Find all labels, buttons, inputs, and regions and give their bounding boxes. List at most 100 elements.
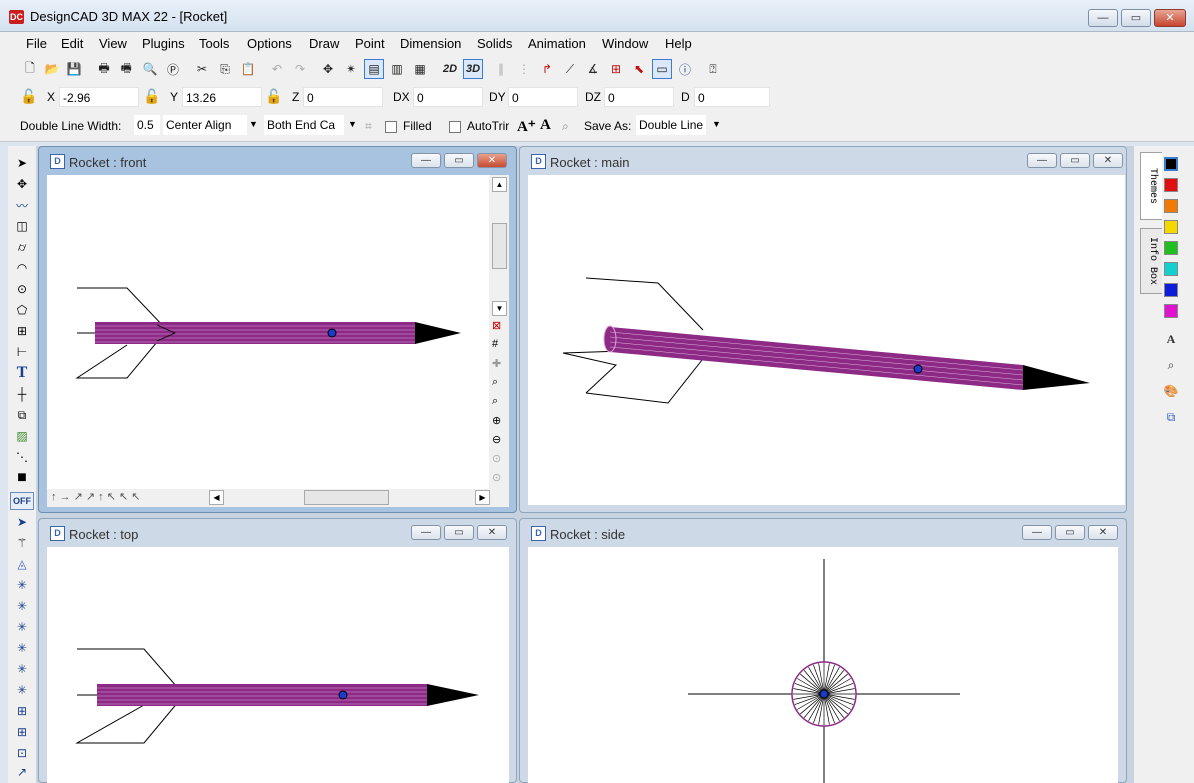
cross-hatch-icon[interactable]: ⌗ xyxy=(365,119,372,134)
side-restore-button[interactable]: ▭ xyxy=(1055,525,1085,540)
status-bar-toggle-icon[interactable]: ▭ xyxy=(652,59,672,79)
menu-file[interactable]: File xyxy=(26,36,47,51)
snap-i-icon[interactable]: ✳ xyxy=(11,618,33,636)
menu-view[interactable]: View xyxy=(99,36,127,51)
x-value-field[interactable]: -2.96 xyxy=(59,87,139,107)
info-icon[interactable]: ⓘ xyxy=(675,59,695,79)
open-folder-icon[interactable]: 📂 xyxy=(42,59,62,79)
new-file-icon[interactable]: 🗋 xyxy=(20,59,40,79)
side-close-button[interactable]: ✕ xyxy=(1088,525,1118,540)
print-icon[interactable]: 🖶 xyxy=(94,59,114,79)
z-lock-icon[interactable]: 🔓 xyxy=(265,88,282,105)
color-swatch-orange[interactable] xyxy=(1164,199,1178,213)
align-select[interactable]: Center Align xyxy=(163,115,247,135)
axis-icon[interactable]: ↱ xyxy=(537,59,557,79)
menu-point[interactable]: Point xyxy=(355,36,385,51)
save-style-icon[interactable]: ⌕ xyxy=(562,119,569,134)
layers-icon[interactable]: ⧉ xyxy=(1162,408,1180,426)
hatch-icon[interactable]: ▨ xyxy=(11,427,33,445)
front-zoom-window-icon[interactable]: ⌕ xyxy=(492,376,498,389)
pan-icon[interactable]: ✥ xyxy=(318,59,338,79)
z-value-field[interactable]: 0 xyxy=(303,87,383,107)
measure-icon[interactable]: ⟋ xyxy=(560,59,580,79)
menu-edit[interactable]: Edit xyxy=(61,36,83,51)
group-icon[interactable]: ⧉ xyxy=(11,406,33,424)
x-lock-icon[interactable]: 🔓 xyxy=(20,88,37,105)
front-zoom-next-icon[interactable]: ⊙ xyxy=(492,471,501,484)
snap-g-icon[interactable]: ✳ xyxy=(11,576,33,594)
polyline-icon[interactable]: 〰 xyxy=(11,196,33,214)
font-style-icon[interactable]: A xyxy=(540,117,551,134)
top-restore-button[interactable]: ▭ xyxy=(444,525,474,540)
main-close-button[interactable]: ✕ xyxy=(1093,153,1123,168)
save-as-dropdown-icon[interactable]: ▼ xyxy=(712,119,721,129)
side-minimize-button[interactable]: — xyxy=(1022,525,1052,540)
move-icon[interactable]: ✥ xyxy=(11,175,33,193)
viewport-side-canvas[interactable] xyxy=(528,547,1118,783)
themes-tab[interactable]: Themes xyxy=(1140,152,1162,220)
color-swatch-cyan[interactable] xyxy=(1164,262,1178,276)
y-value-field[interactable]: 13.26 xyxy=(182,87,262,107)
array-icon[interactable]: ⊞ xyxy=(11,322,33,340)
color-swatch-yellow[interactable] xyxy=(1164,220,1178,234)
snap-i2-icon[interactable]: ✳ xyxy=(11,639,33,657)
y-lock-icon[interactable]: 🔓 xyxy=(143,88,160,105)
snap-grid2-icon[interactable]: ⊞ xyxy=(11,723,33,741)
front-close-button[interactable]: ✕ xyxy=(477,153,507,168)
menu-draw[interactable]: Draw xyxy=(309,36,339,51)
cylinder-icon[interactable]: ⌭ xyxy=(11,238,33,256)
front-scroll-up-button[interactable]: ▲ xyxy=(492,177,507,192)
menu-animation[interactable]: Animation xyxy=(528,36,586,51)
render-icon[interactable]: ◬ xyxy=(11,555,33,573)
snap-m-icon[interactable]: ✳ xyxy=(11,660,33,678)
line-width-field[interactable]: 0.5 xyxy=(134,115,160,135)
line-style-icon[interactable]: ⋱ xyxy=(11,448,33,466)
crosshair-icon[interactable]: ┼ xyxy=(11,385,33,403)
front-scroll-down-button[interactable]: ▼ xyxy=(492,301,507,316)
menu-plugins[interactable]: Plugins xyxy=(142,36,185,51)
color-swatch-red[interactable] xyxy=(1164,178,1178,192)
print-setup-icon[interactable]: 🖷 xyxy=(116,59,136,79)
color-swatch-magenta[interactable] xyxy=(1164,304,1178,318)
snap-co-icon[interactable]: ⊡ xyxy=(11,744,33,762)
front-ortho-up-icon[interactable]: ↑ → ↗ ↗ ↑ ↖ ↖ ↖ xyxy=(51,490,140,503)
dimension-icon[interactable]: ⊢ xyxy=(11,343,33,361)
text-tool-icon[interactable]: T xyxy=(11,364,33,382)
cut-icon[interactable]: ✂ xyxy=(192,59,212,79)
top-minimize-button[interactable]: — xyxy=(411,525,441,540)
info-box-tab[interactable]: Info Box xyxy=(1140,228,1162,294)
viewport-top-canvas[interactable] xyxy=(47,547,509,783)
front-zoom-out-icon[interactable]: ⊖ xyxy=(492,433,501,446)
snap-m2-icon[interactable]: ✳ xyxy=(11,681,33,699)
front-horizontal-scroll-thumb[interactable] xyxy=(304,490,389,505)
snap-select-icon[interactable]: ➤ xyxy=(11,513,33,531)
text-style-icon[interactable]: A xyxy=(1162,330,1180,348)
menu-solids[interactable]: Solids xyxy=(477,36,512,51)
handles-icon[interactable]: ⊞ xyxy=(606,59,626,79)
restore-button[interactable]: ▭ xyxy=(1121,9,1151,27)
front-scroll-right-button[interactable]: ▶ xyxy=(475,490,490,505)
arc-icon[interactable]: ◠ xyxy=(11,259,33,277)
color-swatch-green[interactable] xyxy=(1164,241,1178,255)
select-point-icon[interactable]: ⬉ xyxy=(629,59,649,79)
front-zoom-prev-icon[interactable]: ⊙ xyxy=(492,452,501,465)
color-swatch-blue[interactable] xyxy=(1164,283,1178,297)
line-style-icon[interactable]: ⌕ xyxy=(1162,356,1180,374)
snap-arrow-icon[interactable]: ↗ xyxy=(11,763,33,781)
dy-value-field[interactable]: 0 xyxy=(508,87,578,107)
grid-lines-icon[interactable]: ⋮ xyxy=(514,59,534,79)
menu-dimension[interactable]: Dimension xyxy=(400,36,461,51)
close-button[interactable]: ✕ xyxy=(1154,9,1186,27)
redo-icon[interactable]: ↷ xyxy=(290,59,310,79)
save-icon[interactable]: 💾 xyxy=(64,59,84,79)
cap-dropdown-icon[interactable]: ▼ xyxy=(348,119,357,129)
viewport-layout-2-icon[interactable]: ▥ xyxy=(387,59,407,79)
front-vertical-scroll-thumb[interactable] xyxy=(492,223,507,269)
color-fill-icon[interactable]: ■ xyxy=(11,469,33,487)
front-zoom-fit-icon[interactable]: ⊠ xyxy=(492,319,501,332)
plot-icon[interactable]: Ⓟ xyxy=(163,59,183,79)
mode-3d-button[interactable]: 3D xyxy=(463,59,483,79)
palette-icon[interactable]: 🎨 xyxy=(1162,382,1180,400)
menu-options[interactable]: Options xyxy=(247,36,292,51)
box-icon[interactable]: ◫ xyxy=(11,217,33,235)
